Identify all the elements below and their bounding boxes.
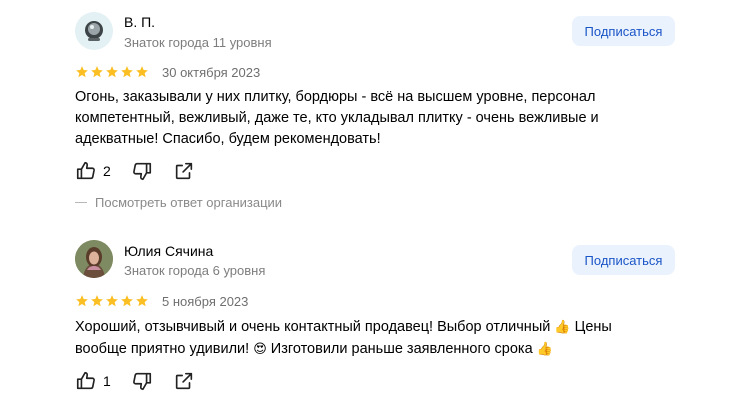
star-icon [76, 295, 88, 307]
rating-stars [75, 294, 149, 308]
author-name[interactable]: Юлия Сячина [124, 243, 213, 259]
heart-eyes-emoji: 😍 [253, 341, 267, 356]
share-icon [175, 372, 192, 390]
review-date: 5 ноября 2023 [162, 294, 249, 309]
review-card: Юлия Сячина Знаток города 6 уровня Подпи… [0, 0, 740, 403]
dislike-button[interactable] [131, 370, 153, 392]
review-text: Хороший, отзывчивый и очень контактный п… [75, 316, 645, 360]
like-button[interactable]: 1 [75, 370, 111, 392]
dislike-icon [132, 372, 151, 391]
star-icon [106, 295, 118, 307]
review-text-part: Хороший, отзывчивый и очень контактный п… [75, 319, 551, 335]
author-level: Знаток города 6 уровня [124, 263, 266, 278]
thumbs-up-emoji: 👍 [554, 319, 571, 334]
star-icon [121, 295, 133, 307]
subscribe-button[interactable]: Подписаться [572, 245, 675, 275]
avatar[interactable] [75, 240, 113, 278]
star-icon [91, 295, 103, 307]
thumbs-up-emoji: 👍 [536, 341, 553, 356]
like-count: 1 [103, 373, 111, 389]
share-button[interactable] [173, 370, 195, 392]
review-text-part: Изготовили раньше заявленного срока [270, 341, 533, 357]
like-icon [76, 371, 95, 390]
review-actions: 1 [75, 370, 195, 392]
star-icon [136, 295, 148, 307]
